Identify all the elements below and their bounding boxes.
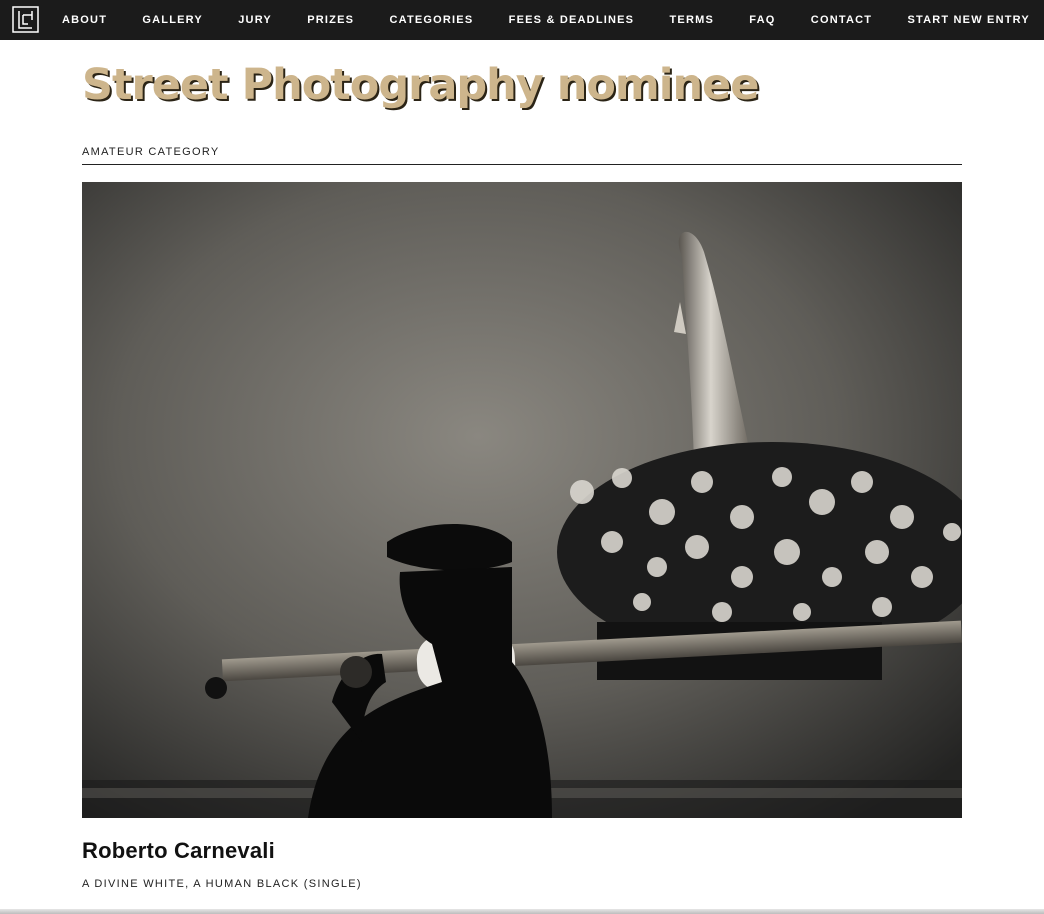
page-bottom-edge — [0, 909, 1044, 914]
nav-fees-deadlines[interactable]: Fees & Deadlines — [509, 14, 635, 26]
nav-categories[interactable]: Categories — [389, 14, 473, 26]
photo-title: A divine white, a human black (single) — [82, 878, 362, 890]
nav-jury[interactable]: Jury — [238, 14, 272, 26]
nav-prizes[interactable]: Prizes — [307, 14, 354, 26]
nav-gallery[interactable]: Gallery — [142, 14, 203, 26]
top-navigation-bar: About Gallery Jury Prizes Categories Fee… — [0, 0, 1044, 40]
nav-contact[interactable]: Contact — [811, 14, 872, 26]
divider — [82, 164, 962, 165]
photographer-name: Roberto Carnevali — [82, 838, 275, 863]
category-label: Amateur category — [82, 146, 220, 158]
nav-about[interactable]: About — [62, 14, 107, 26]
nav-start-new-entry[interactable]: Start New Entry — [907, 14, 1030, 26]
main-menu: About Gallery Jury Prizes Categories Fee… — [62, 0, 1044, 40]
page-title: Street Photography nominee — [82, 60, 759, 110]
site-logo-icon[interactable] — [12, 6, 39, 33]
nav-faq[interactable]: FAQ — [749, 14, 775, 26]
entry-photo[interactable] — [82, 182, 962, 818]
nav-terms[interactable]: Terms — [670, 14, 715, 26]
